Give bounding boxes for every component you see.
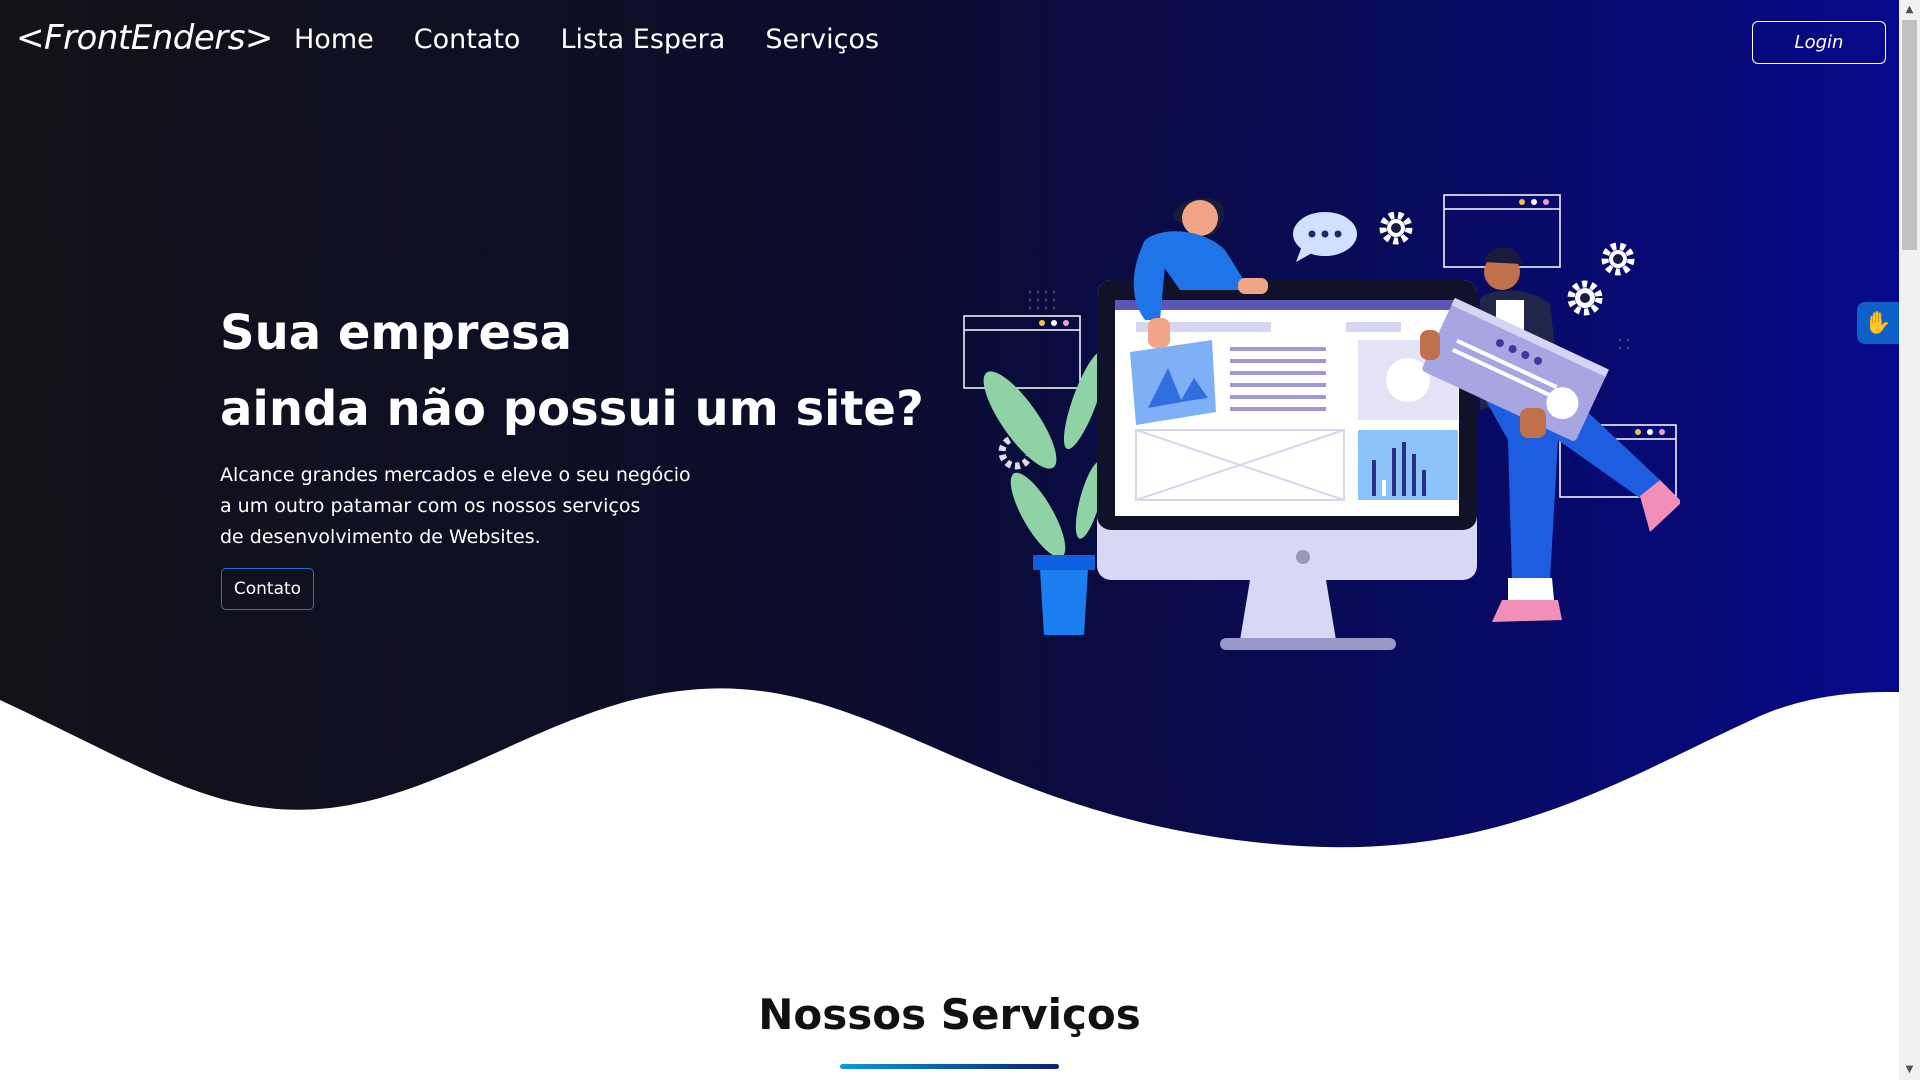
sign-language-hand-icon: ✋: [1864, 310, 1892, 336]
vertical-scrollbar[interactable]: ▲ ▼: [1899, 0, 1920, 1080]
services-section-title: Nossos Serviços: [758, 990, 1141, 1039]
hero-description-line1: Alcance grandes mercados e eleve o seu n…: [220, 464, 691, 486]
scrollbar-thumb[interactable]: [1902, 20, 1917, 250]
hero-description-line2: a um outro patamar com os nossos serviço…: [220, 495, 641, 517]
nav-lista-espera[interactable]: Lista Espera: [560, 24, 725, 55]
hero-description-line3: de desenvolvimento de Websites.: [220, 526, 541, 548]
scroll-down-arrow-icon[interactable]: ▼: [1899, 1060, 1920, 1080]
nav-servicos[interactable]: Serviços: [765, 24, 879, 55]
web-development-illustration: [963, 194, 1680, 650]
nav-home[interactable]: Home: [294, 24, 374, 55]
plant: [983, 350, 1107, 558]
floating-window-left: [963, 315, 1081, 389]
login-button[interactable]: Login: [1752, 21, 1886, 64]
hero-contato-button[interactable]: Contato: [221, 568, 314, 610]
nav-contato[interactable]: Contato: [414, 24, 521, 55]
services-title-underline: [840, 1064, 1059, 1069]
scroll-up-arrow-icon[interactable]: ▲: [1899, 0, 1920, 20]
hero-headline-line2: ainda não possui um site?: [220, 381, 924, 437]
hero-wave-divider: [0, 688, 1899, 870]
sign-language-accessibility-button[interactable]: ✋: [1857, 302, 1899, 344]
hero-section: <FrontEnders> Home Contato Lista Espera …: [0, 0, 1899, 870]
hero-headline: Sua empresa ainda não possui um site?: [220, 295, 924, 447]
main-nav: Home Contato Lista Espera Serviços: [294, 24, 879, 55]
hero-description: Alcance grandes mercados e eleve o seu n…: [220, 460, 691, 553]
brand-logo[interactable]: <FrontEnders>: [16, 18, 273, 58]
hero-headline-line1: Sua empresa: [220, 305, 572, 361]
